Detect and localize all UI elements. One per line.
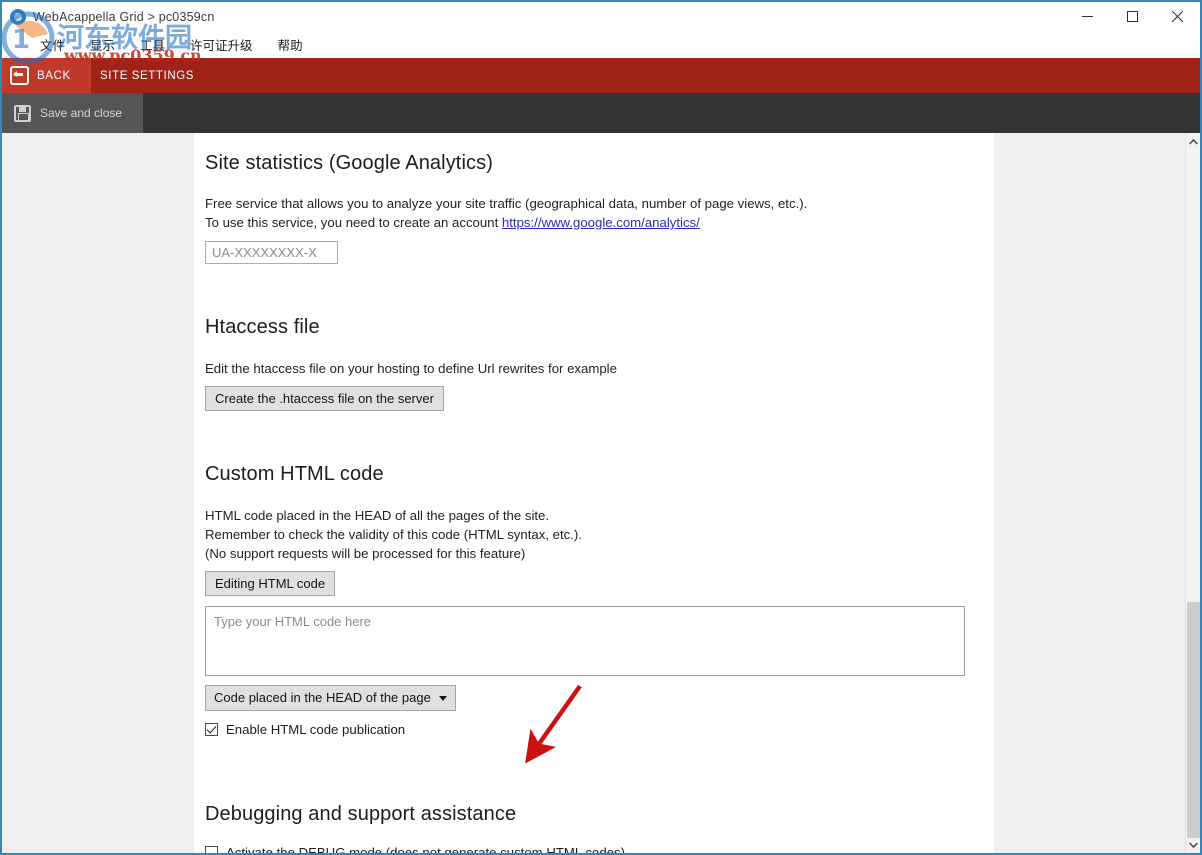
minimize-button[interactable] [1065, 2, 1110, 31]
google-analytics-link[interactable]: https://www.google.com/analytics/ [502, 215, 700, 230]
menu-item-display[interactable]: 显示 [90, 35, 115, 54]
htaccess-description: Edit the htaccess file on your hosting t… [205, 361, 617, 376]
work-area: Site statistics (Google Analytics) Free … [2, 133, 1200, 853]
html-placement-dropdown[interactable]: Code placed in the HEAD of the page [205, 685, 456, 711]
analytics-tracking-id-input[interactable] [205, 241, 338, 264]
menu-item-tools[interactable]: 工具 [140, 35, 165, 54]
section-heading-debugging: Debugging and support assistance [205, 803, 517, 825]
custom-html-description-line-3: (No support requests will be processed f… [205, 546, 526, 561]
menu-bar: 文件 显示 工具 许可证升级 帮助 [2, 31, 1200, 58]
maximize-button[interactable] [1110, 2, 1155, 31]
analytics-description-line-2: To use this service, you need to create … [205, 213, 994, 232]
back-button-label: BACK [37, 69, 71, 82]
save-and-close-button[interactable]: Save and close [2, 93, 143, 133]
application-window: WebAcappella Grid > pc0359cn 文件 显示 工具 许可… [0, 0, 1202, 855]
scrollbar-thumb[interactable] [1187, 602, 1200, 838]
back-arrow-icon [10, 66, 29, 85]
debug-mode-label: Activate the DEBUG mode (does not genera… [226, 845, 625, 853]
menu-item-license-upgrade[interactable]: 许可证升级 [190, 35, 253, 54]
settings-inner: Site statistics (Google Analytics) Free … [194, 152, 994, 853]
section-heading-custom-html: Custom HTML code [205, 463, 384, 485]
html-placement-selected-value: Code placed in the HEAD of the page [214, 690, 431, 705]
dark-toolbar: Save and close [2, 93, 1200, 133]
close-button[interactable] [1155, 2, 1200, 31]
window-title: WebAcappella Grid > pc0359cn [33, 9, 215, 24]
save-and-close-label: Save and close [40, 106, 123, 120]
title-bar: WebAcappella Grid > pc0359cn [2, 2, 1200, 31]
menu-item-file[interactable]: 文件 [40, 35, 65, 54]
scrollbar-down-button[interactable] [1186, 836, 1200, 853]
app-logo-icon [10, 8, 26, 25]
analytics-description-prefix: To use this service, you need to create … [205, 215, 502, 230]
chevron-down-icon [1189, 841, 1198, 848]
section-heading-htaccess: Htaccess file [205, 316, 320, 338]
enable-html-publication-checkbox[interactable] [205, 723, 218, 736]
vertical-scrollbar[interactable] [1185, 133, 1200, 853]
menu-item-help[interactable]: 帮助 [278, 35, 303, 54]
red-toolbar: BACK SITE SETTINGS [2, 58, 1200, 93]
editing-html-code-button[interactable]: Editing HTML code [205, 571, 336, 596]
custom-html-description-line-2: Remember to check the validity of this c… [205, 527, 582, 542]
analytics-description-line-1: Free service that allows you to analyze … [205, 196, 808, 211]
chevron-up-icon [1189, 138, 1198, 145]
right-gutter-pane [994, 133, 1185, 853]
chevron-down-icon [438, 696, 447, 701]
floppy-disk-icon [14, 104, 31, 122]
custom-html-description-line-1: HTML code placed in the HEAD of all the … [205, 508, 550, 523]
enable-html-publication-row[interactable]: Enable HTML code publication [205, 722, 994, 737]
create-htaccess-button[interactable]: Create the .htaccess file on the server [205, 386, 444, 411]
section-heading-analytics: Site statistics (Google Analytics) [205, 152, 493, 174]
enable-html-publication-label: Enable HTML code publication [226, 722, 406, 737]
left-gutter-pane [2, 133, 194, 853]
debug-mode-checkbox[interactable] [205, 846, 218, 853]
breadcrumb-site-settings[interactable]: SITE SETTINGS [91, 58, 194, 93]
back-button[interactable]: BACK [2, 58, 91, 93]
settings-content-panel: Site statistics (Google Analytics) Free … [194, 133, 994, 853]
debug-mode-row[interactable]: Activate the DEBUG mode (does not genera… [205, 845, 994, 853]
window-controls [1065, 2, 1200, 31]
breadcrumb-label: SITE SETTINGS [100, 69, 195, 82]
custom-html-textarea[interactable] [205, 606, 965, 676]
scrollbar-up-button[interactable] [1186, 133, 1200, 150]
